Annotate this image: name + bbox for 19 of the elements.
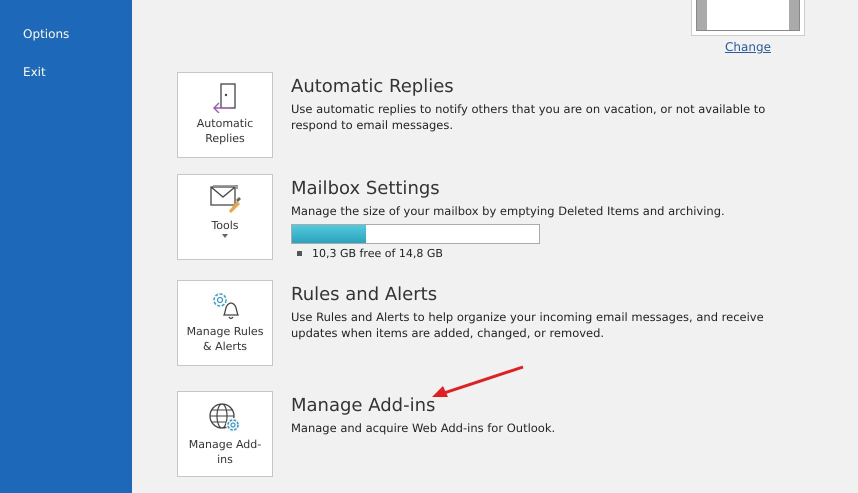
section-button[interactable]: Manage Rules & Alerts [177, 280, 273, 366]
change-photo-link[interactable]: Change [725, 40, 771, 54]
bullet-icon [297, 251, 302, 256]
section-title: Rules and Alerts [291, 284, 438, 306]
sidebar-item[interactable]: Options [0, 26, 132, 64]
storage-reading: 10,3 GB free of 14,8 GB [312, 247, 443, 260]
section-title: Automatic Replies [291, 76, 455, 98]
globe-gear-icon [208, 402, 242, 434]
section-button[interactable]: Automatic Replies [177, 72, 273, 158]
section-description: Manage and acquire Web Add-ins for Outlook. [291, 420, 556, 436]
sidebar-item[interactable]: Exit [0, 64, 132, 102]
section-title: Manage Add-ins [291, 395, 436, 417]
section-button[interactable]: Tools [177, 174, 273, 260]
section-title: Mailbox Settings [291, 178, 441, 200]
section-button[interactable]: Manage Add-ins [177, 391, 273, 477]
section-description: Use Rules and Alerts to help organize your incoming email messages, and receive updates when items are added, changed, or removed. [291, 309, 765, 341]
section-description: Use automatic replies to notify others that you are on vacation, or not available to respond to email messages. [291, 101, 766, 133]
section-description: Manage the size of your mailbox by emptying Deleted Items and archiving. [291, 203, 726, 219]
envelope-brush-icon [209, 185, 241, 215]
